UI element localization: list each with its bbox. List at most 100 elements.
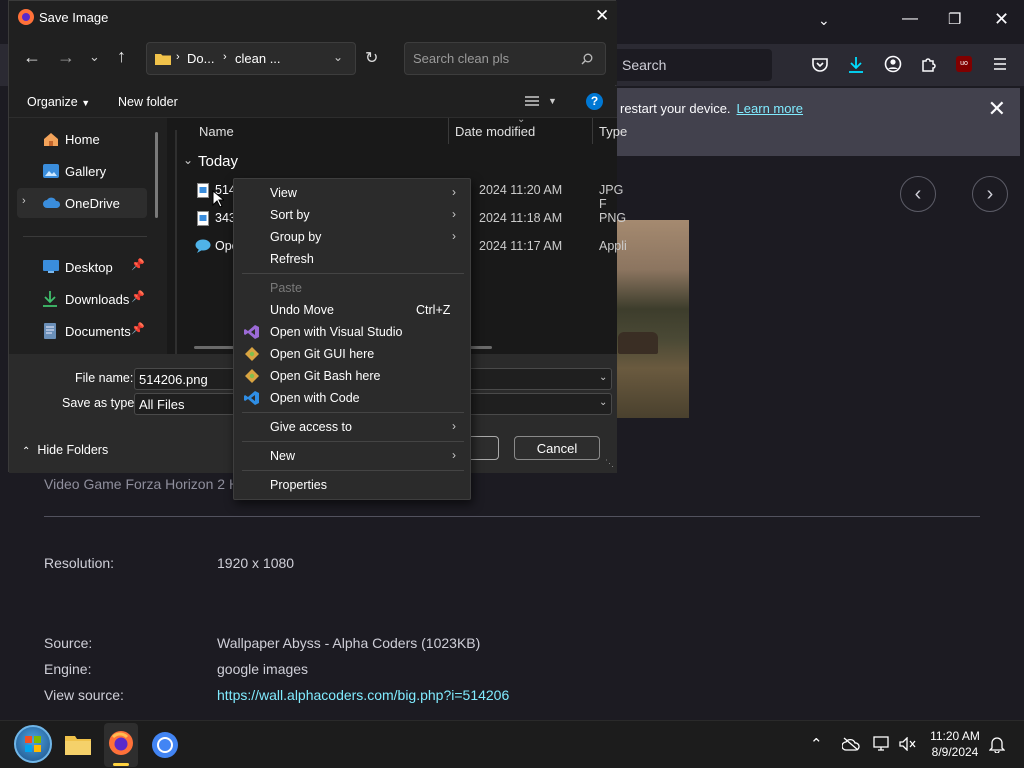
nav-item-gallery[interactable]: Gallery	[17, 156, 147, 186]
extensions-icon[interactable]	[920, 55, 938, 73]
chevron-down-icon[interactable]: ⌄	[599, 372, 607, 383]
menu-item-label: View	[270, 186, 297, 200]
menu-item-new[interactable]: New ›	[234, 445, 472, 467]
pocket-icon[interactable]	[811, 56, 829, 74]
column-header-type[interactable]: Type	[599, 124, 627, 139]
chevron-up-icon: ⌃	[22, 446, 31, 457]
menu-item-group-by[interactable]: Group by ›	[234, 226, 472, 248]
up-arrow-icon[interactable]: ↑	[117, 46, 126, 67]
back-arrow-icon[interactable]: ←	[23, 47, 41, 68]
clock-time[interactable]: 11:20 AM	[930, 729, 980, 743]
navigation-pane: Home Gallery › OneDrive Desktop 📌 Downlo…	[9, 118, 167, 354]
show-hidden-icons-chevron-icon[interactable]: ⌃	[810, 735, 823, 753]
address-bar[interactable]: › Do... › clean ... ⌄	[146, 42, 356, 75]
file-type: JPG F	[599, 183, 624, 211]
nav-item-onedrive[interactable]: › OneDrive	[17, 188, 147, 218]
cancel-button[interactable]: Cancel	[514, 436, 600, 460]
menu-item-refresh[interactable]: Refresh	[234, 248, 472, 270]
pin-icon: 📌	[131, 291, 145, 303]
account-icon[interactable]	[884, 55, 902, 73]
submenu-arrow-icon: ›	[452, 207, 456, 221]
menu-item-open-visual-studio[interactable]: Open with Visual Studio	[234, 321, 472, 343]
save-as-type-label: Save as type:	[62, 396, 138, 410]
menu-item-view[interactable]: View ›	[234, 182, 472, 204]
menu-item-label: Paste	[270, 281, 302, 295]
chevron-left-icon: ‹	[914, 182, 922, 205]
column-header-name[interactable]: Name	[199, 124, 234, 139]
menu-item-open-git-gui[interactable]: Open Git GUI here	[234, 343, 472, 365]
hide-folders-button[interactable]: ⌃ Hide Folders	[22, 443, 108, 457]
refresh-icon[interactable]: ↻	[365, 48, 378, 68]
documents-icon	[44, 323, 56, 339]
nav-item-downloads[interactable]: Downloads 📌	[17, 284, 147, 314]
restore-button[interactable]: ❐	[948, 10, 961, 28]
help-icon[interactable]: ?	[586, 93, 603, 110]
expand-chevron-icon[interactable]: ›	[22, 195, 26, 207]
network-icon[interactable]	[873, 736, 891, 752]
browser-search-input[interactable]: Search	[612, 49, 772, 81]
menu-item-label: Refresh	[270, 252, 314, 266]
ublock-icon[interactable]: uo	[956, 56, 972, 72]
resize-grip-icon[interactable]: ⋱	[605, 458, 614, 469]
nav-scrollbar[interactable]	[155, 132, 158, 218]
recent-locations-chevron-icon[interactable]: ⌄	[89, 49, 100, 65]
menu-item-label: Undo Move	[270, 303, 334, 317]
notification-text: restart your device.	[620, 101, 731, 116]
image-file-icon	[197, 211, 209, 226]
close-notification-icon[interactable]: ✕	[988, 96, 1006, 122]
nav-item-desktop[interactable]: Desktop 📌	[17, 252, 147, 282]
menu-item-open-with-code[interactable]: Open with Code	[234, 387, 472, 409]
pin-icon: 📌	[131, 323, 145, 335]
mouse-cursor-icon	[212, 190, 224, 208]
close-window-button[interactable]: ✕	[994, 9, 1009, 30]
downloads-icon[interactable]	[847, 55, 865, 75]
next-image-button[interactable]: ›	[972, 176, 1008, 212]
chevron-down-icon[interactable]: ⌄	[599, 397, 607, 408]
group-collapse-icon[interactable]: ⌄	[183, 153, 193, 167]
clock-date[interactable]: 8/9/2024	[930, 745, 980, 759]
view-dropdown-icon[interactable]: ▼	[548, 96, 557, 106]
visual-studio-icon	[244, 325, 259, 339]
learn-more-link[interactable]: Learn more	[737, 101, 803, 116]
list-all-tabs-button[interactable]: ⌄	[818, 12, 830, 29]
group-header-today[interactable]: Today	[198, 153, 238, 170]
menu-item-undo-move[interactable]: Undo Move Ctrl+Z	[234, 299, 472, 321]
file-explorer-icon[interactable]	[62, 729, 94, 761]
view-options-icon[interactable]	[524, 95, 540, 109]
chrome-icon[interactable]	[149, 729, 181, 761]
menu-item-properties[interactable]: Properties	[234, 474, 472, 496]
menu-item-open-git-bash[interactable]: Open Git Bash here	[234, 365, 472, 387]
menu-separator	[242, 412, 464, 413]
folder-search-input[interactable]: Search clean pls	[404, 42, 606, 75]
close-dialog-icon[interactable]: ✕	[595, 6, 609, 26]
column-header-date[interactable]: Date modified	[455, 124, 535, 139]
address-dropdown-icon[interactable]: ⌄	[333, 50, 343, 64]
nav-item-home[interactable]: Home	[17, 124, 147, 154]
view-source-link[interactable]: https://wall.alphacoders.com/big.php?i=5…	[217, 687, 509, 703]
notifications-bell-icon[interactable]	[989, 736, 1005, 753]
menu-icon[interactable]	[992, 56, 1008, 72]
menu-item-paste: Paste	[234, 277, 472, 299]
onedrive-offline-icon[interactable]	[842, 737, 860, 751]
menu-item-give-access[interactable]: Give access to ›	[234, 416, 472, 438]
menu-item-label: Open Git GUI here	[270, 347, 375, 361]
start-button[interactable]	[14, 725, 52, 763]
menu-item-sort-by[interactable]: Sort by ›	[234, 204, 472, 226]
organize-button[interactable]: Organize ▼	[27, 95, 90, 109]
application-icon	[195, 239, 211, 253]
nav-item-documents[interactable]: Documents 📌	[17, 316, 147, 346]
minimize-button[interactable]: —	[902, 10, 918, 28]
breadcrumb-seg2[interactable]: clean ...	[235, 51, 281, 66]
previous-image-button[interactable]: ‹	[900, 176, 936, 212]
forward-arrow-icon[interactable]: →	[57, 47, 75, 68]
file-pane-scrollbar[interactable]	[175, 130, 177, 354]
firefox-taskbar-active[interactable]	[104, 723, 138, 767]
volume-muted-icon[interactable]	[899, 737, 917, 751]
breadcrumb-seg1[interactable]: Do...	[187, 51, 214, 66]
desktop-icon	[43, 260, 59, 273]
menu-item-label: Open Git Bash here	[270, 369, 381, 383]
menu-separator	[242, 470, 464, 471]
active-indicator	[113, 763, 129, 766]
new-folder-button[interactable]: New folder	[118, 95, 178, 109]
menu-item-label: Sort by	[270, 208, 310, 222]
